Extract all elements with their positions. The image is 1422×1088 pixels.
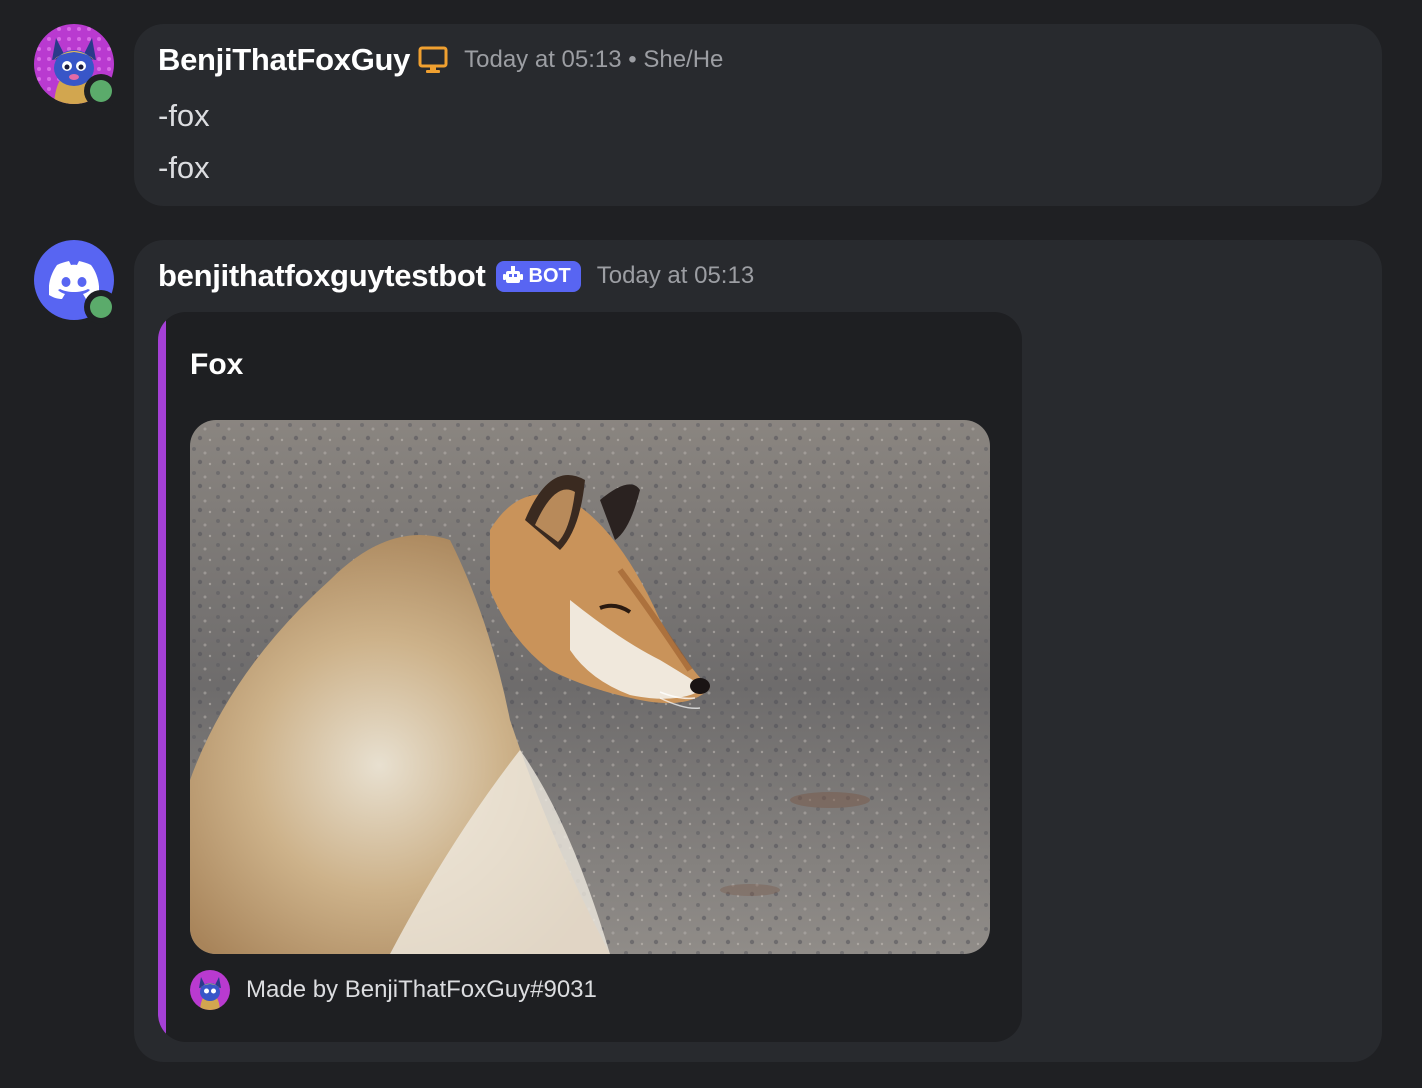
message-bubble: benjithatfoxguytestbot BOT Today at 05:1… — [134, 240, 1382, 1062]
embed-accent-bar — [158, 312, 166, 1042]
embed: Fox Made by BenjiThatFoxGuy#9031 — [158, 312, 1022, 1042]
embed-footer: Made by BenjiThatFoxGuy#9031 — [190, 970, 597, 1010]
message-line: -fox — [158, 98, 210, 133]
message-line: -fox — [158, 150, 210, 185]
bot-avatar[interactable] — [34, 240, 118, 324]
bot-badge-label: BOT — [528, 264, 571, 287]
username[interactable]: BenjiThatFoxGuy — [158, 42, 410, 78]
robot-icon — [502, 266, 523, 283]
fox-character-avatar-icon — [190, 970, 230, 1010]
fox-photo — [190, 420, 990, 954]
online-status — [84, 290, 118, 324]
timestamp: Today at 05:13 • She/He — [464, 46, 724, 73]
embed-footer-text: Made by BenjiThatFoxGuy#9031 — [246, 976, 597, 1003]
username[interactable]: benjithatfoxguytestbot — [158, 258, 486, 294]
message-bubble: BenjiThatFoxGuy Today at 05:13 • She/He … — [134, 24, 1382, 206]
user-avatar[interactable] — [34, 24, 118, 108]
embed-image[interactable] — [190, 420, 990, 954]
footer-avatar — [190, 970, 230, 1010]
online-status — [84, 74, 118, 108]
timestamp: Today at 05:13 — [596, 262, 755, 289]
bot-badge: BOT — [495, 260, 581, 292]
embed-title: Fox — [190, 348, 244, 381]
desktop-icon — [418, 45, 448, 75]
